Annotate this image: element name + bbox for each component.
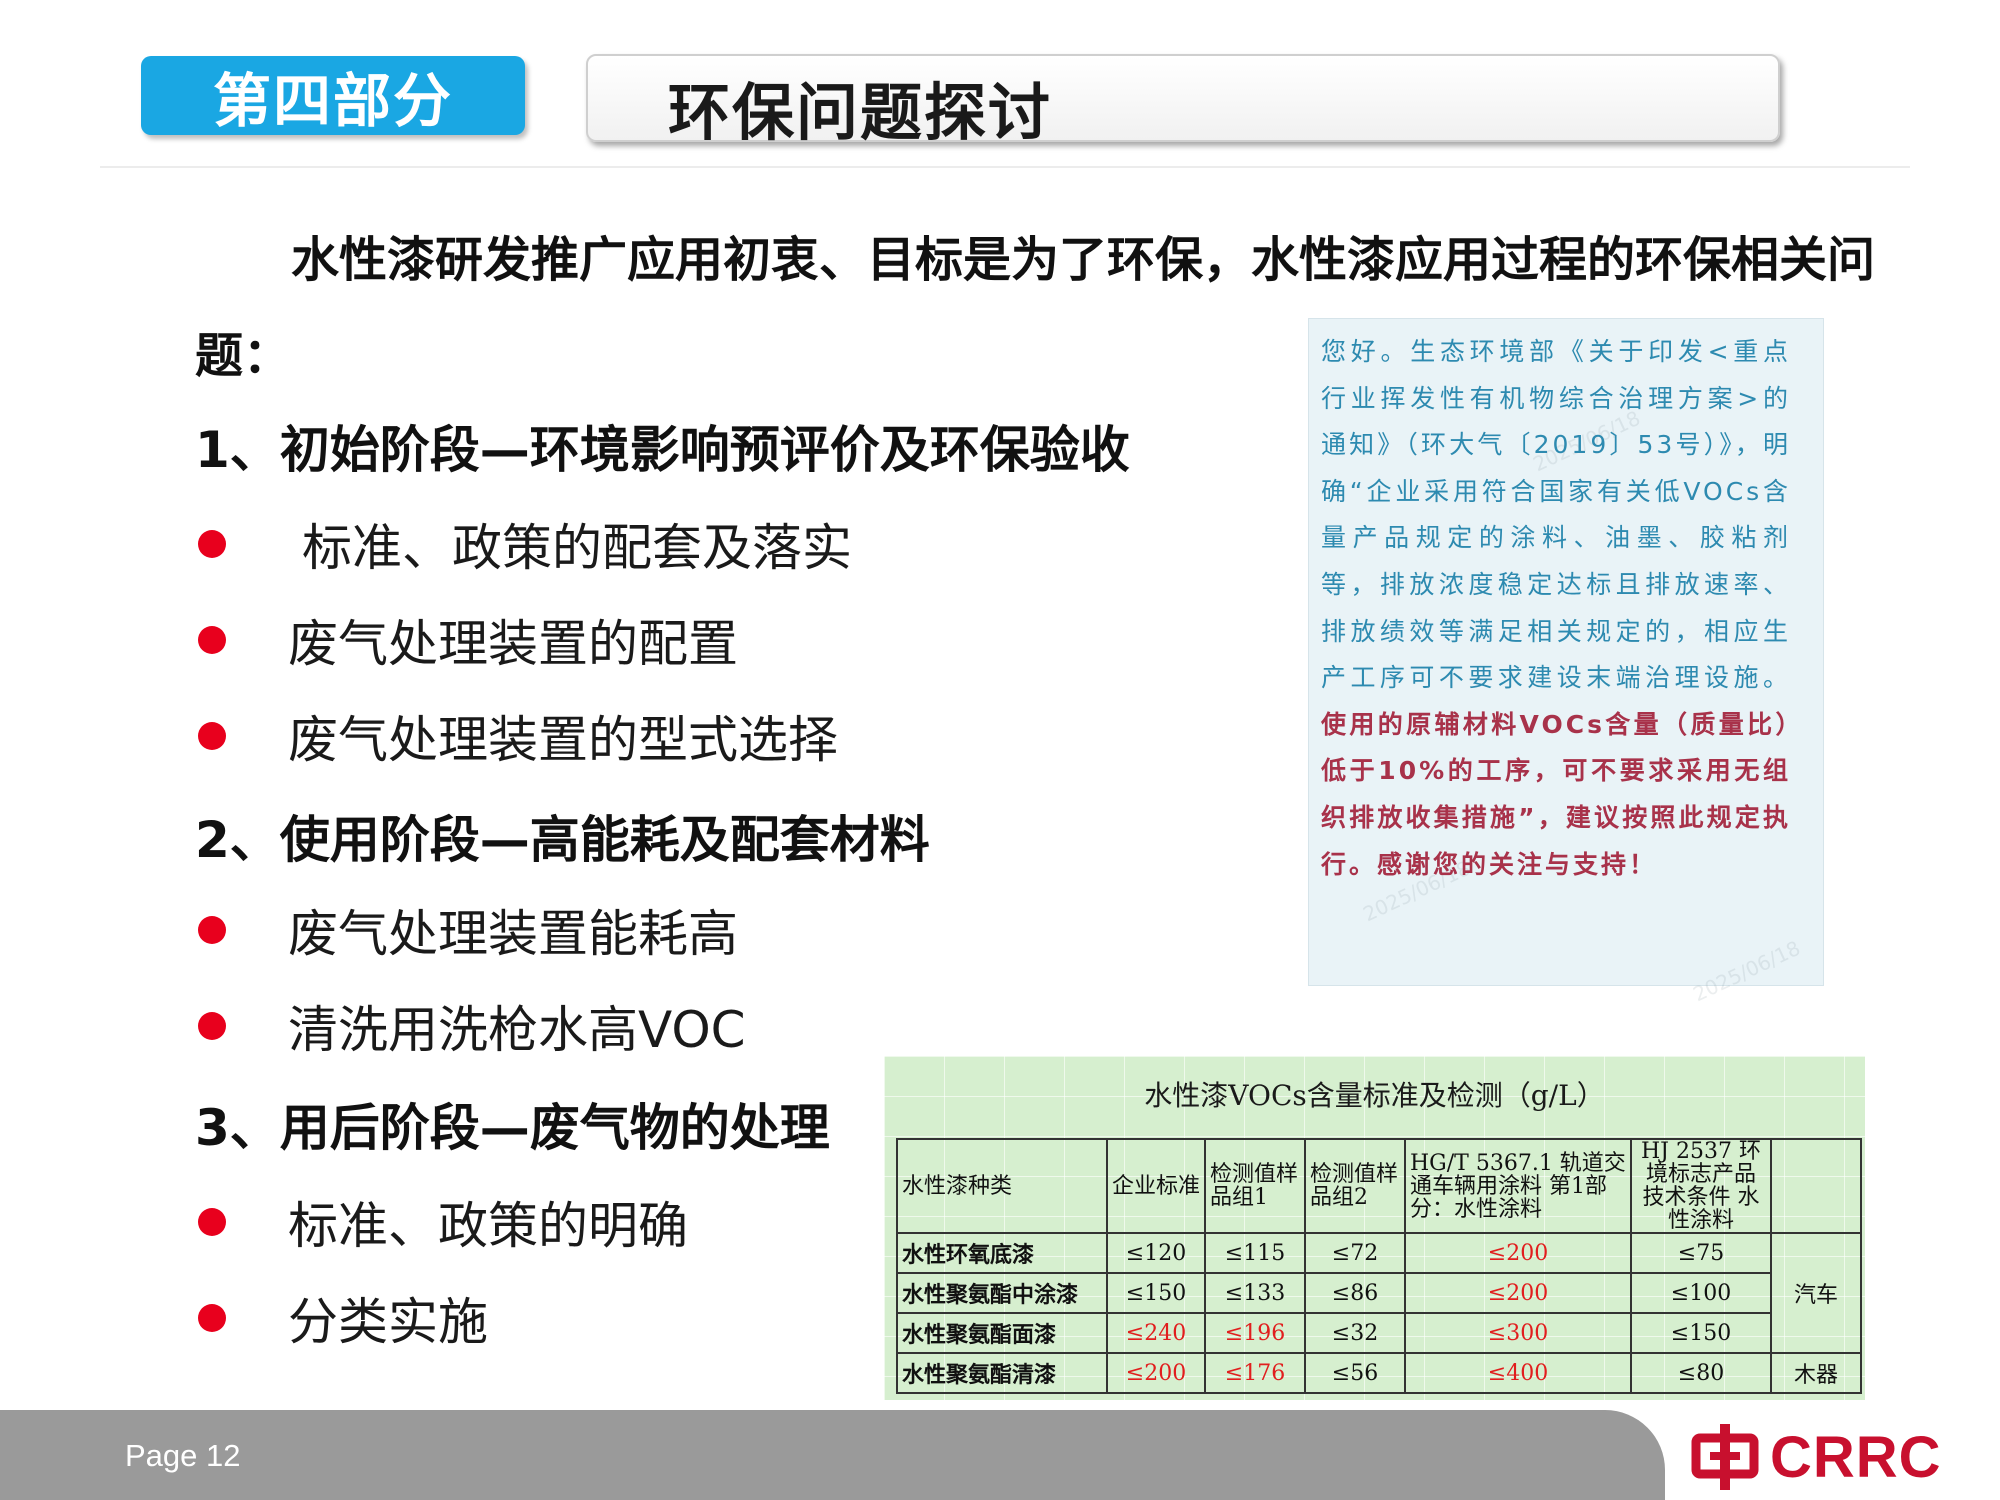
bullet-text: 分类实施 <box>288 1293 488 1351</box>
cell-sample2: ≤32 <box>1304 1312 1406 1354</box>
bullet-text: 标准、政策的配套及落实 <box>302 519 852 577</box>
footer-bar <box>0 1410 1665 1500</box>
cell-sample1: ≤133 <box>1204 1272 1306 1314</box>
cell-standard: ≤120 <box>1106 1232 1206 1274</box>
bullet-text: 废气处理装置能耗高 <box>288 905 738 963</box>
bullet-item: 废气处理装置的型式选择 <box>198 700 838 772</box>
cell-hj: ≤80 <box>1630 1352 1772 1394</box>
cell-sample1: ≤196 <box>1204 1312 1306 1354</box>
column-header: 检测值样品组2 <box>1304 1138 1406 1234</box>
cell-standard: ≤240 <box>1106 1312 1206 1354</box>
cell-category-wood: 木器 <box>1770 1352 1862 1394</box>
logo-text: CRRC <box>1770 1424 1942 1490</box>
bullet-text: 标准、政策的明确 <box>288 1197 688 1255</box>
cell-hj: ≤100 <box>1630 1272 1772 1314</box>
page-title: 环保问题探讨 <box>668 76 1053 149</box>
cell-sample2: ≤72 <box>1304 1232 1406 1274</box>
bullet-item: 标准、政策的明确 <box>198 1186 688 1258</box>
cell-hg: ≤300 <box>1404 1312 1632 1354</box>
cell-type: 水性聚氨酯面漆 <box>896 1312 1108 1354</box>
table-header-row: 水性漆种类 企业标准 检测值样品组1 检测值样品组2 HG/T 5367.1 轨… <box>896 1138 1862 1234</box>
page-number: Page 12 <box>125 1438 241 1473</box>
bullet-dot-icon <box>198 722 226 750</box>
header-divider <box>100 166 1910 168</box>
table-row: 水性环氧底漆 ≤120 ≤115 ≤72 ≤200 ≤75 汽车 <box>896 1232 1862 1354</box>
cell-type: 水性聚氨酯清漆 <box>896 1352 1108 1394</box>
bullet-item: 标准、政策的配套及落实 <box>198 508 852 580</box>
cell-hj: ≤150 <box>1630 1312 1772 1354</box>
cell-sample1: ≤115 <box>1204 1232 1306 1274</box>
bullet-dot-icon <box>198 916 226 944</box>
watermark: 2025/06/18 <box>1689 935 1804 1007</box>
cell-sample2: ≤56 <box>1304 1352 1406 1394</box>
table-row: 水性聚氨酯清漆 ≤200 ≤176 ≤56 ≤400 ≤80 木器 <box>896 1352 1862 1394</box>
section-heading-2: 2、使用阶段—高能耗及配套材料 <box>195 811 930 869</box>
cell-hg: ≤200 <box>1404 1232 1632 1274</box>
bullet-item: 废气处理装置的配置 <box>198 604 738 676</box>
table-row: 水性聚氨酯中涂漆 ≤150 ≤133 ≤86 ≤200 ≤100 <box>896 1272 1861 1314</box>
bullet-dot-icon <box>198 1012 226 1040</box>
column-header: 企业标准 <box>1106 1138 1206 1234</box>
crrc-logo: CRRC <box>1690 1418 1980 1496</box>
voc-table: 水性漆种类 企业标准 检测值样品组1 检测值样品组2 HG/T 5367.1 轨… <box>896 1138 1862 1394</box>
column-header: 水性漆种类 <box>896 1138 1108 1234</box>
cell-hj: ≤75 <box>1630 1232 1772 1274</box>
column-header: 检测值样品组1 <box>1204 1138 1306 1234</box>
bullet-item: 清洗用洗枪水高VOC <box>198 990 746 1062</box>
cell-sample2: ≤86 <box>1304 1272 1406 1314</box>
bullet-text: 废气处理装置的型式选择 <box>288 711 838 769</box>
bullet-text: 废气处理装置的配置 <box>288 615 738 673</box>
column-header <box>1770 1138 1862 1234</box>
cell-standard: ≤200 <box>1106 1352 1206 1394</box>
bullet-dot-icon <box>198 530 226 558</box>
section-badge: 第四部分 <box>141 56 525 135</box>
column-header: HG/T 5367.1 轨道交通车辆用涂料 第1部分：水性涂料 <box>1404 1138 1632 1234</box>
section-heading-3: 3、用后阶段—废气物的处理 <box>195 1099 830 1157</box>
bullet-text: 清洗用洗枪水高VOC <box>288 1001 746 1059</box>
cell-hg: ≤400 <box>1404 1352 1632 1394</box>
bullet-dot-icon <box>198 1304 226 1332</box>
bullet-item: 分类实施 <box>198 1282 488 1354</box>
bullet-dot-icon <box>198 1208 226 1236</box>
column-header: HJ 2537 环境标志产品技术条件 水性涂料 <box>1630 1138 1772 1234</box>
cell-type: 水性聚氨酯中涂漆 <box>896 1272 1108 1314</box>
bullet-item: 废气处理装置能耗高 <box>198 894 738 966</box>
voc-table-sheet: 水性漆VOCs含量标准及检测（g/L） 水性漆种类 企业标准 检测值样品组1 检… <box>884 1056 1865 1400</box>
cell-standard: ≤150 <box>1106 1272 1206 1314</box>
notice-text-plain: 您好。生态环境部《关于印发<重点行业挥发性有机物综合治理方案>的通知》（环大气〔… <box>1321 337 1791 693</box>
notice-panel: 2025/06/18 2025/06/18 2025/06/18 您好。生态环境… <box>1308 318 1824 1006</box>
section-heading-1: 1、初始阶段—环境影响预评价及环保验收 <box>195 421 1130 479</box>
notice-text-end: 行。感谢您的关注与支持！ <box>1321 849 1658 879</box>
cell-type: 水性环氧底漆 <box>896 1232 1108 1274</box>
crrc-emblem-icon <box>1691 1424 1759 1490</box>
cell-sample1: ≤176 <box>1204 1352 1306 1394</box>
table-row: 水性聚氨酯面漆 ≤240 ≤196 ≤32 ≤300 ≤150 <box>896 1312 1861 1354</box>
cell-hg: ≤200 <box>1404 1272 1632 1314</box>
title-box: 环保问题探讨 <box>586 54 1780 149</box>
notice-text: 您好。生态环境部《关于印发<重点行业挥发性有机物综合治理方案>的通知》（环大气〔… <box>1321 329 1791 888</box>
bullet-dot-icon <box>198 626 226 654</box>
cell-category-car: 汽车 <box>1770 1232 1862 1354</box>
table-title: 水性漆VOCs含量标准及检测（g/L） <box>1144 1079 1605 1112</box>
notice-text-emphasis: 使用的原辅材料VOCs含量（质量比）低于10%的工序，可不要求采用无组织排放收集… <box>1321 709 1791 832</box>
